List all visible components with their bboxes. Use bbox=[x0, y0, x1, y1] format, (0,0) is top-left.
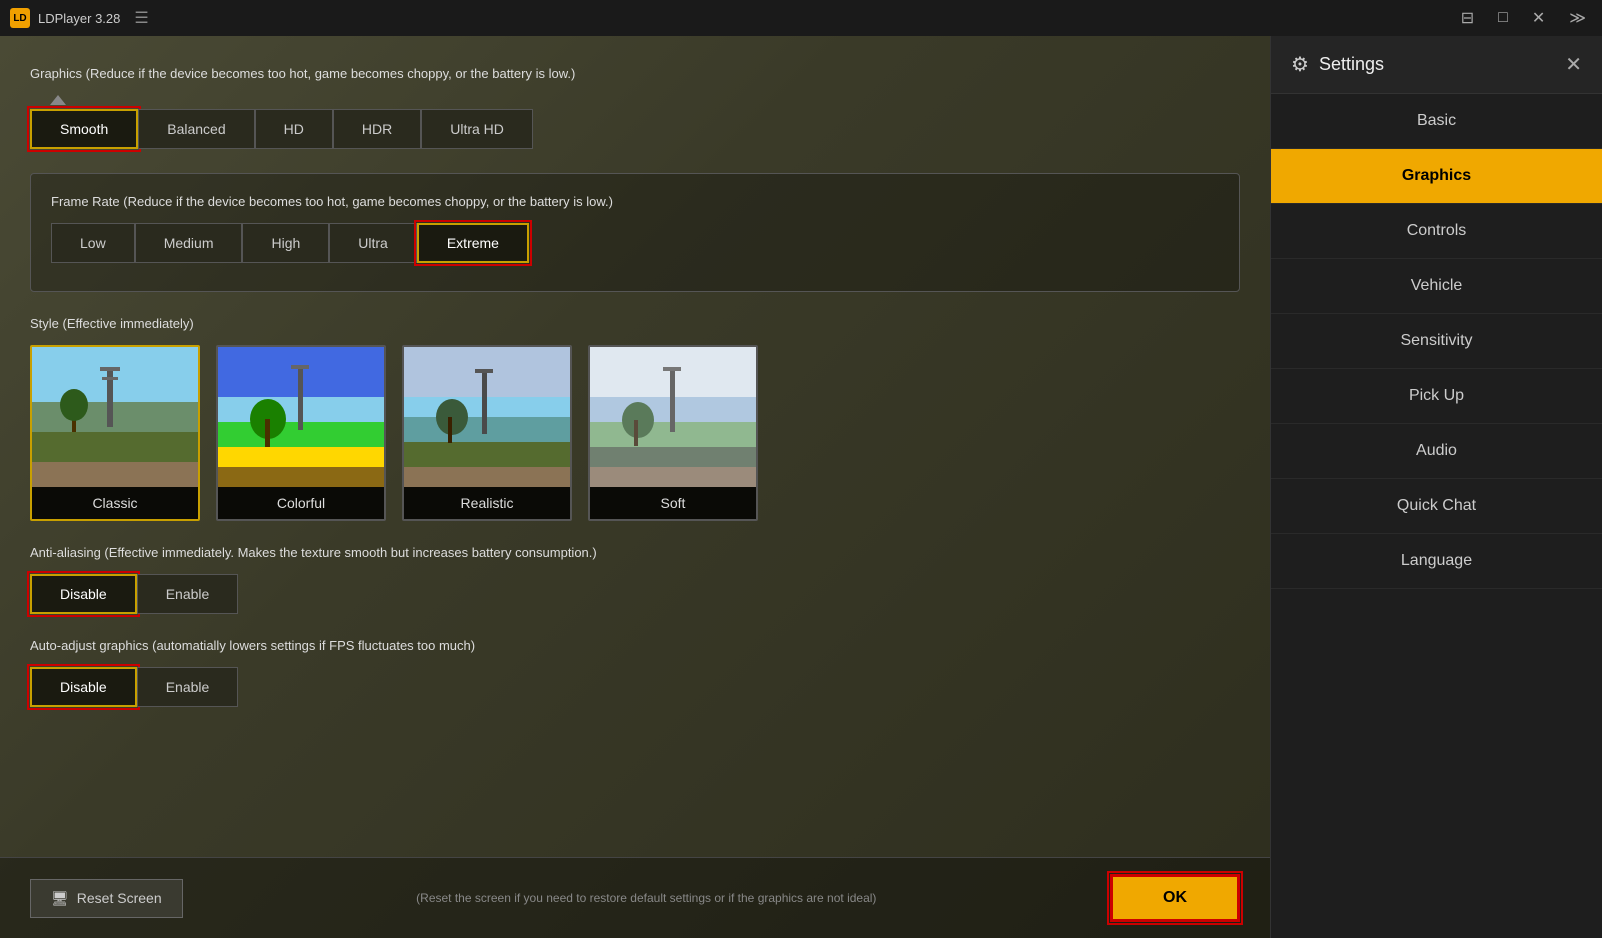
style-cards: Classic bbox=[30, 345, 1240, 521]
autoadjust-buttons: Disable Enable bbox=[30, 667, 1240, 707]
monitor-icon: 🖥 bbox=[51, 890, 69, 907]
style-card-realistic-label: Realistic bbox=[404, 487, 570, 519]
autoadjust-btn-enable[interactable]: Enable bbox=[137, 667, 239, 707]
sidebar-item-pickup[interactable]: Pick Up bbox=[1271, 369, 1602, 424]
settings-gear-icon: ⚙ bbox=[1291, 52, 1309, 77]
quality-btn-hdr[interactable]: HDR bbox=[333, 109, 421, 149]
titlebar-menu-icon[interactable]: ☰ bbox=[134, 8, 148, 28]
style-section: Style (Effective immediately) bbox=[30, 316, 1240, 521]
quality-btn-ultrahd[interactable]: Ultra HD bbox=[421, 109, 533, 149]
bottom-bar: 🖥 Reset Screen (Reset the screen if you … bbox=[0, 857, 1270, 938]
reset-screen-button[interactable]: 🖥 Reset Screen bbox=[30, 879, 183, 918]
style-card-soft-img bbox=[590, 347, 758, 487]
framerate-buttons: Low Medium High Ultra Extreme bbox=[51, 223, 1219, 263]
style-label: Style (Effective immediately) bbox=[30, 316, 1240, 331]
quality-btn-hd[interactable]: HD bbox=[255, 109, 333, 149]
framerate-section: Frame Rate (Reduce if the device becomes… bbox=[30, 173, 1240, 292]
content-area: Graphics (Reduce if the device becomes t… bbox=[0, 36, 1270, 938]
aa-btn-disable[interactable]: Disable bbox=[30, 574, 137, 614]
sidebar-item-sensitivity[interactable]: Sensitivity bbox=[1271, 314, 1602, 369]
titlebar-title: LDPlayer 3.28 bbox=[38, 11, 120, 26]
sidebar-title: ⚙ Settings bbox=[1291, 52, 1384, 77]
sidebar: ⚙ Settings ✕ Basic Graphics Controls Veh… bbox=[1270, 36, 1602, 938]
antialiasing-buttons: Disable Enable bbox=[30, 574, 1240, 614]
sidebar-item-quickchat[interactable]: Quick Chat bbox=[1271, 479, 1602, 534]
framerate-btn-extreme[interactable]: Extreme bbox=[417, 223, 529, 263]
sidebar-title-label: Settings bbox=[1319, 54, 1384, 75]
app-logo: LD bbox=[10, 8, 30, 28]
sidebar-item-basic[interactable]: Basic bbox=[1271, 94, 1602, 149]
ok-button[interactable]: OK bbox=[1110, 874, 1240, 922]
framerate-btn-low[interactable]: Low bbox=[51, 223, 135, 263]
titlebar: LD LDPlayer 3.28 ☰ ⊟ □ ✕ ≫ bbox=[0, 0, 1602, 36]
main-layout: Graphics (Reduce if the device becomes t… bbox=[0, 36, 1602, 938]
style-card-colorful[interactable]: Colorful bbox=[216, 345, 386, 521]
titlebar-close-btn[interactable]: ✕ bbox=[1526, 6, 1551, 30]
reset-screen-label: Reset Screen bbox=[77, 890, 162, 906]
style-card-classic-img bbox=[32, 347, 200, 487]
sidebar-item-vehicle[interactable]: Vehicle bbox=[1271, 259, 1602, 314]
style-card-colorful-label: Colorful bbox=[218, 487, 384, 519]
sidebar-item-audio[interactable]: Audio bbox=[1271, 424, 1602, 479]
autoadjust-section: Auto-adjust graphics (automatially lower… bbox=[30, 638, 1240, 707]
style-card-classic-label: Classic bbox=[32, 487, 198, 519]
titlebar-left: LD LDPlayer 3.28 ☰ bbox=[10, 8, 149, 28]
titlebar-more-btn[interactable]: ≫ bbox=[1563, 6, 1592, 30]
graphics-quality-section: Graphics (Reduce if the device becomes t… bbox=[30, 66, 1240, 149]
sidebar-header: ⚙ Settings ✕ bbox=[1271, 36, 1602, 94]
style-card-colorful-img bbox=[218, 347, 386, 487]
framerate-btn-ultra[interactable]: Ultra bbox=[329, 223, 417, 263]
graphics-quality-buttons: Smooth Balanced HD HDR Ultra HD bbox=[30, 109, 1240, 149]
sidebar-item-graphics[interactable]: Graphics bbox=[1271, 149, 1602, 204]
antialiasing-section: Anti-aliasing (Effective immediately. Ma… bbox=[30, 545, 1240, 614]
framerate-btn-medium[interactable]: Medium bbox=[135, 223, 243, 263]
titlebar-right: ⊟ □ ✕ ≫ bbox=[1455, 6, 1592, 30]
quality-btn-smooth[interactable]: Smooth bbox=[30, 109, 138, 149]
autoadjust-btn-disable[interactable]: Disable bbox=[30, 667, 137, 707]
autoadjust-label: Auto-adjust graphics (automatially lower… bbox=[30, 638, 1240, 653]
graphics-quality-label: Graphics (Reduce if the device becomes t… bbox=[30, 66, 1240, 81]
style-card-realistic-img bbox=[404, 347, 572, 487]
style-card-realistic[interactable]: Realistic bbox=[402, 345, 572, 521]
framerate-label: Frame Rate (Reduce if the device becomes… bbox=[51, 194, 1219, 209]
sidebar-item-language[interactable]: Language bbox=[1271, 534, 1602, 589]
style-card-soft[interactable]: Soft bbox=[588, 345, 758, 521]
style-card-soft-label: Soft bbox=[590, 487, 756, 519]
titlebar-minimize-btn[interactable]: ⊟ bbox=[1455, 6, 1480, 30]
sidebar-close-icon[interactable]: ✕ bbox=[1565, 52, 1582, 77]
sidebar-item-controls[interactable]: Controls bbox=[1271, 204, 1602, 259]
arrow-indicator bbox=[50, 95, 66, 105]
sidebar-nav: Basic Graphics Controls Vehicle Sensitiv… bbox=[1271, 94, 1602, 938]
framerate-btn-high[interactable]: High bbox=[242, 223, 329, 263]
quality-btn-balanced[interactable]: Balanced bbox=[138, 109, 254, 149]
titlebar-maximize-btn[interactable]: □ bbox=[1492, 7, 1514, 29]
bottom-hint: (Reset the screen if you need to restore… bbox=[183, 891, 1110, 905]
aa-btn-enable[interactable]: Enable bbox=[137, 574, 239, 614]
style-card-classic[interactable]: Classic bbox=[30, 345, 200, 521]
antialiasing-label: Anti-aliasing (Effective immediately. Ma… bbox=[30, 545, 1240, 560]
